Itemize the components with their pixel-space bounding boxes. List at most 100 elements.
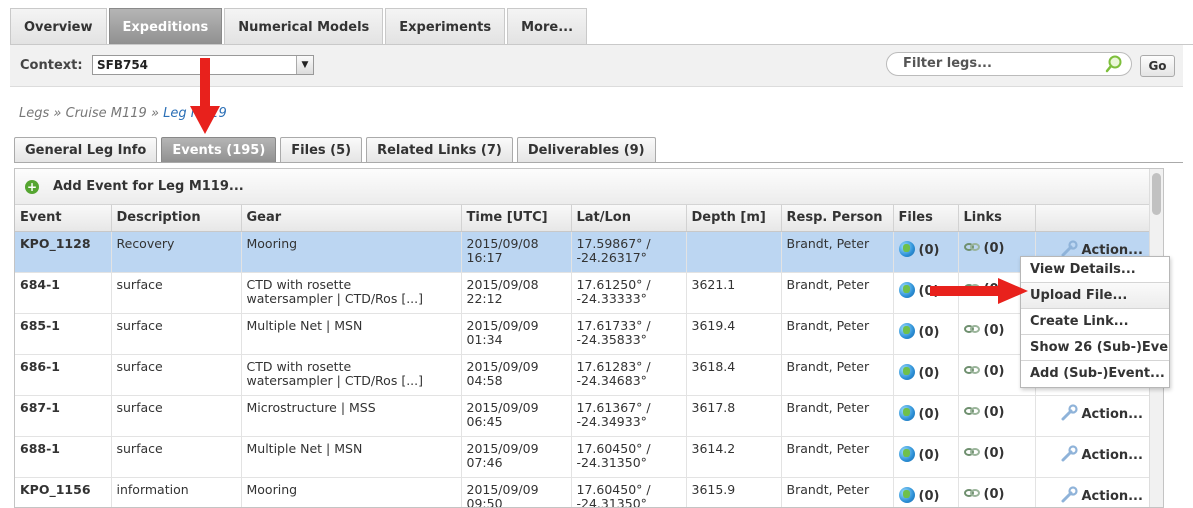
cell-event[interactable]: 684-1: [15, 272, 112, 314]
wrench-icon[interactable]: [1060, 239, 1078, 258]
main-nav: Overview Expeditions Numerical Models Ex…: [10, 8, 589, 45]
cell-event[interactable]: 685-1: [15, 313, 112, 355]
nav-tab-experiments[interactable]: Experiments: [385, 8, 506, 45]
filter-legs-input[interactable]: Filter legs...: [886, 52, 1132, 76]
cell-links[interactable]: (0): [958, 477, 1036, 507]
column-header-resp-person[interactable]: Resp. Person: [781, 205, 894, 232]
search-icon[interactable]: [1105, 55, 1123, 73]
table-row[interactable]: 684-1 surface CTD with rosette watersampler…: [15, 272, 1163, 314]
cell-time: 2015/09/08 22:12: [461, 272, 572, 314]
table-row[interactable]: KPO_1128 Recovery Mooring 2015/09/08 16:17 17…: [15, 231, 1163, 273]
column-header-description[interactable]: Description: [111, 205, 242, 232]
chain-link-icon[interactable]: [963, 323, 980, 335]
chain-link-icon[interactable]: [963, 446, 980, 458]
cell-event[interactable]: 688-1: [15, 436, 112, 478]
cell-gear: CTD with rosette watersampler | CTD/Ros […: [241, 272, 462, 314]
cell-links[interactable]: (0): [958, 395, 1036, 437]
table-row[interactable]: 687-1 surface Microstructure | MSS 2015/09/…: [15, 395, 1163, 437]
cell-files[interactable]: (0): [893, 272, 959, 314]
cell-depth: 3617.8: [686, 395, 782, 437]
breadcrumb: Legs » Cruise M119 » Leg M119: [19, 106, 227, 121]
cell-files[interactable]: (0): [893, 477, 959, 507]
links-count: (0): [983, 240, 1005, 256]
menu-item-show-sub-events[interactable]: Show 26 (Sub-)Events: [1021, 335, 1169, 361]
globe-icon[interactable]: [898, 322, 915, 339]
chain-link-icon[interactable]: [963, 405, 980, 417]
nav-tab-expeditions[interactable]: Expeditions: [108, 8, 223, 45]
tab-files[interactable]: Files (5): [280, 137, 363, 163]
cell-links[interactable]: (0): [958, 436, 1036, 478]
globe-icon[interactable]: [898, 486, 915, 503]
chevron-down-icon[interactable]: ▼: [296, 56, 313, 74]
cell-latlon: 17.59867° / -24.26317°: [571, 231, 687, 273]
action-button[interactable]: Action...: [1082, 489, 1143, 504]
breadcrumb-leg[interactable]: Leg M119: [163, 106, 227, 121]
breadcrumb-cruise[interactable]: Cruise M119: [66, 106, 147, 121]
chain-link-icon[interactable]: [963, 241, 980, 253]
wrench-icon[interactable]: [1060, 403, 1078, 422]
cell-event[interactable]: KPO_1156: [15, 477, 112, 507]
action-button[interactable]: Action...: [1082, 448, 1143, 463]
cell-resp-person: Brandt, Peter: [781, 354, 894, 396]
latitude: 17.61283° /: [576, 358, 651, 374]
column-header-time[interactable]: Time [UTC]: [461, 205, 572, 232]
go-button[interactable]: Go: [1140, 55, 1175, 77]
add-icon[interactable]: +: [25, 180, 39, 194]
table-row[interactable]: 685-1 surface Multiple Net | MSN 2015/09/09…: [15, 313, 1163, 355]
time-clock: 07:46: [466, 454, 503, 470]
cell-description: surface: [111, 313, 242, 355]
column-header-depth[interactable]: Depth [m]: [686, 205, 782, 232]
globe-icon[interactable]: [898, 363, 915, 380]
links-count: (0): [983, 322, 1005, 338]
breadcrumb-legs[interactable]: Legs: [19, 106, 49, 121]
globe-icon[interactable]: [898, 240, 915, 257]
column-header-links[interactable]: Links: [958, 205, 1036, 232]
nav-tab-overview[interactable]: Overview: [10, 8, 107, 45]
cell-event[interactable]: 687-1: [15, 395, 112, 437]
tab-general-leg-info[interactable]: General Leg Info: [14, 137, 158, 163]
chain-link-icon[interactable]: [963, 364, 980, 376]
globe-icon[interactable]: [898, 281, 915, 298]
menu-item-upload-file[interactable]: Upload File...: [1021, 283, 1169, 309]
nav-tab-more[interactable]: More...: [507, 8, 588, 45]
menu-item-create-link[interactable]: Create Link...: [1021, 309, 1169, 335]
longitude: -24.26317°: [576, 249, 647, 265]
cell-files[interactable]: (0): [893, 231, 959, 273]
cell-action[interactable]: Action...: [1035, 395, 1163, 437]
cell-event[interactable]: 686-1: [15, 354, 112, 396]
cell-event[interactable]: KPO_1128: [15, 231, 112, 273]
globe-icon[interactable]: [898, 445, 915, 462]
cell-files[interactable]: (0): [893, 395, 959, 437]
scrollbar-thumb[interactable]: [1152, 173, 1161, 215]
tab-deliverables[interactable]: Deliverables (9): [516, 137, 656, 163]
cell-latlon: 17.60450° / -24.31350°: [571, 477, 687, 507]
tab-events[interactable]: Events (195): [161, 137, 277, 163]
nav-tab-numerical-models[interactable]: Numerical Models: [224, 8, 384, 45]
menu-item-add-sub-event[interactable]: Add (Sub-)Event...: [1021, 361, 1169, 387]
cell-action[interactable]: Action...: [1035, 436, 1163, 478]
tab-related-links[interactable]: Related Links (7): [366, 137, 513, 163]
table-row[interactable]: KPO_1156 information Mooring 2015/09/09 09:5…: [15, 477, 1163, 507]
cell-depth: 3618.4: [686, 354, 782, 396]
table-row[interactable]: 688-1 surface Multiple Net | MSN 2015/09/09…: [15, 436, 1163, 478]
wrench-icon[interactable]: [1060, 485, 1078, 504]
column-header-files[interactable]: Files: [893, 205, 959, 232]
time-date: 2015/09/09: [466, 481, 539, 497]
table-row[interactable]: 686-1 surface CTD with rosette watersampler…: [15, 354, 1163, 396]
action-button[interactable]: Action...: [1082, 407, 1143, 422]
cell-description: information: [111, 477, 242, 507]
cell-files[interactable]: (0): [893, 436, 959, 478]
cell-files[interactable]: (0): [893, 313, 959, 355]
cell-action[interactable]: Action...: [1035, 477, 1163, 507]
chain-link-icon[interactable]: [963, 282, 980, 294]
wrench-icon[interactable]: [1060, 444, 1078, 463]
cell-files[interactable]: (0): [893, 354, 959, 396]
column-header-latlon[interactable]: Lat/Lon: [571, 205, 687, 232]
chain-link-icon[interactable]: [963, 487, 980, 499]
menu-item-view-details[interactable]: View Details...: [1021, 257, 1169, 283]
add-event-button[interactable]: Add Event for Leg M119...: [53, 179, 244, 194]
globe-icon[interactable]: [898, 404, 915, 421]
column-header-event[interactable]: Event: [15, 205, 112, 232]
context-select[interactable]: SFB754 ▼: [92, 55, 314, 75]
column-header-gear[interactable]: Gear: [241, 205, 462, 232]
